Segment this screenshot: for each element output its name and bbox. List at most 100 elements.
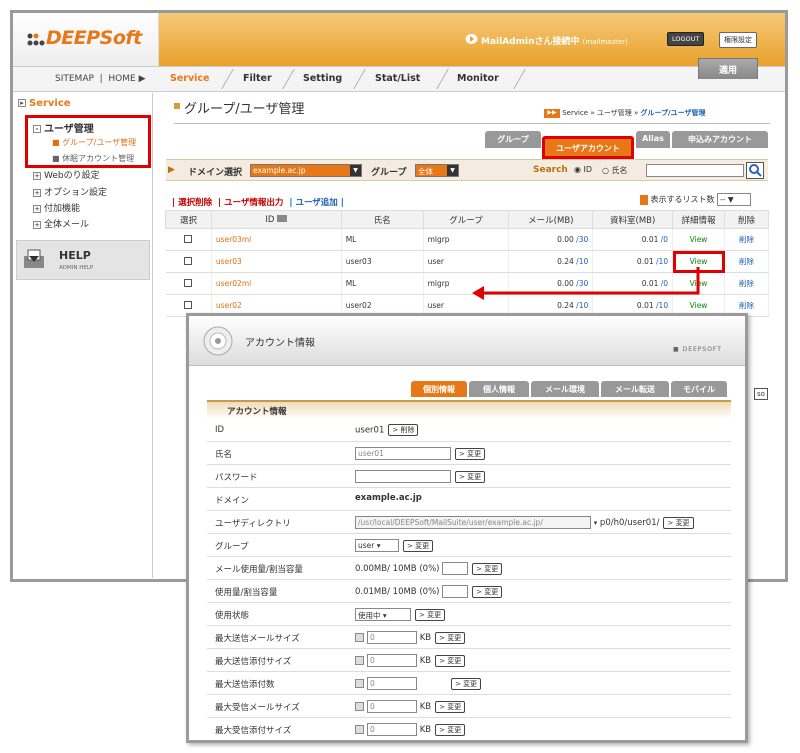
account-popup: アカウント情報 ■ DEEPSOFT 個別情報 個人情報 メール環境 メール転送… xyxy=(186,313,748,743)
apply-button[interactable]: 適用 xyxy=(698,58,758,79)
limit-checkbox[interactable] xyxy=(355,656,364,665)
help-box[interactable]: HELP ADMIN HELP xyxy=(16,240,150,280)
domain-select[interactable]: example.ac.jp ▼ xyxy=(250,164,362,177)
limit-input[interactable]: 0 xyxy=(367,700,417,713)
change-limit-button[interactable]: > 変更 xyxy=(435,631,466,644)
tab-apply-account[interactable]: 申込みアカウント xyxy=(672,131,768,148)
row-checkbox[interactable] xyxy=(184,234,193,243)
tab-monitor[interactable]: Monitor xyxy=(457,73,499,84)
change-name-button[interactable]: > 変更 xyxy=(455,447,486,460)
sidebar-item-web[interactable]: + Webのり設定 xyxy=(33,168,100,181)
breadcrumb-service[interactable]: Service xyxy=(562,109,588,117)
limit-checkbox[interactable] xyxy=(355,633,364,642)
change-mail-quota-button[interactable]: > 変更 xyxy=(472,562,503,575)
search-button[interactable] xyxy=(746,162,764,179)
logo[interactable]: DEEPSoft xyxy=(13,13,159,66)
group-select[interactable]: 全体 ▼ xyxy=(415,164,459,177)
limit-checkbox[interactable] xyxy=(355,725,364,734)
quota-input[interactable] xyxy=(442,585,469,598)
change-quota-button[interactable]: > 変更 xyxy=(472,585,503,598)
col-group[interactable]: グループ xyxy=(422,210,510,229)
col-data[interactable]: 資料室(MB) xyxy=(592,210,674,229)
name-input[interactable]: user01 xyxy=(355,447,451,460)
tab-user-account[interactable]: ユーザアカウント xyxy=(542,136,634,159)
radio-name[interactable]: ○ 氏名 xyxy=(602,165,628,176)
disc-icon xyxy=(203,326,233,356)
row-view-link[interactable]: View xyxy=(672,228,726,251)
col-name[interactable]: 氏名 xyxy=(340,210,424,229)
directory-input[interactable]: /usr/local/DEEPSoft/MailSuite/user/examp… xyxy=(355,516,591,529)
field-label: 氏名 xyxy=(215,450,233,460)
tab-filter[interactable]: Filter xyxy=(243,73,272,84)
delete-selected-link[interactable]: 選択削除 xyxy=(178,198,212,208)
field-label: 使用状態 xyxy=(215,611,250,621)
tab-service[interactable]: Service xyxy=(170,73,210,84)
sidebar-item-addon[interactable]: + 付加機能 xyxy=(33,201,80,214)
status-select[interactable]: 使用中 ▾ xyxy=(355,608,411,621)
row-id[interactable]: user02ml xyxy=(211,272,342,295)
change-limit-button[interactable]: > 変更 xyxy=(435,700,466,713)
limit-input[interactable]: 0 xyxy=(367,677,417,690)
sidebar-item-option[interactable]: + オプション設定 xyxy=(33,185,107,198)
limit-input[interactable]: 0 xyxy=(367,654,417,667)
mail-quota-input[interactable] xyxy=(442,562,469,575)
delete-id-button[interactable]: > 削除 xyxy=(388,424,419,436)
col-id[interactable]: ID xyxy=(210,210,342,229)
change-limit-button[interactable]: > 変更 xyxy=(435,654,466,667)
limit-input[interactable]: 0 xyxy=(367,723,417,736)
logout-button[interactable]: LOGOUT xyxy=(667,32,705,46)
limit-checkbox[interactable] xyxy=(355,702,364,711)
row-checkbox[interactable] xyxy=(184,278,193,287)
limit-input[interactable]: 0 xyxy=(367,631,417,644)
row-checkbox[interactable] xyxy=(184,300,193,309)
tab-personal[interactable]: 個人情報 xyxy=(469,381,529,397)
sidebar-item-broadcast[interactable]: + 全体メール xyxy=(33,217,89,230)
change-limit-button[interactable]: > 変更 xyxy=(451,677,482,690)
row-delete-link[interactable]: 削除 xyxy=(724,272,769,295)
tab-stat-list[interactable]: Stat/List xyxy=(375,73,420,84)
row-mail-used: 0.00 xyxy=(557,235,574,244)
field-label: 最大送信添付サイズ xyxy=(215,657,292,667)
field-label: ドメイン xyxy=(215,496,250,506)
sidebar-section-service[interactable]: ▸ Service xyxy=(18,98,71,109)
sitemap-link[interactable]: SITEMAP | HOME ▶ xyxy=(55,74,146,84)
permission-button[interactable]: 権限設定 xyxy=(719,32,757,48)
breadcrumb-user-mgmt[interactable]: ユーザ管理 xyxy=(597,109,632,117)
change-password-button[interactable]: > 変更 xyxy=(455,470,486,483)
tab-setting[interactable]: Setting xyxy=(303,73,342,84)
help-title: HELP xyxy=(59,249,91,262)
tab-group[interactable]: グループ xyxy=(485,131,541,148)
add-user-link[interactable]: ユーザ追加 xyxy=(295,198,337,208)
row-id[interactable]: user03 xyxy=(211,250,342,273)
row-id[interactable]: user03ml xyxy=(211,228,342,251)
row-mail-quota[interactable]: /30 xyxy=(576,235,588,244)
row-delete-link[interactable]: 削除 xyxy=(724,250,769,273)
change-limit-button[interactable]: > 変更 xyxy=(435,723,466,736)
change-directory-button[interactable]: > 変更 xyxy=(663,516,694,529)
home-link[interactable]: HOME xyxy=(108,74,135,84)
tab-individual[interactable]: 個別情報 xyxy=(411,381,467,397)
row-checkbox[interactable] xyxy=(184,256,193,265)
search-input[interactable] xyxy=(646,164,744,177)
row-data-quota[interactable]: /0 xyxy=(661,235,668,244)
callout-arrow xyxy=(472,267,700,300)
col-mail[interactable]: メール(MB) xyxy=(508,210,594,229)
overflow-button[interactable]: so xyxy=(754,388,768,400)
radio-id[interactable]: ◉ ID xyxy=(574,165,592,174)
limit-checkbox[interactable] xyxy=(355,679,364,688)
list-count-select[interactable]: -- ▼ xyxy=(717,193,752,206)
tab-forward[interactable]: メール転送 xyxy=(601,381,669,397)
mail-usage-value: 0.00MB/ 10MB (0%) xyxy=(355,564,440,574)
change-group-button[interactable]: > 変更 xyxy=(403,539,434,552)
row-delete-link[interactable]: 削除 xyxy=(724,228,769,251)
breadcrumb: ▶▶ Service » ユーザ管理 » グループ/ユーザ管理 xyxy=(544,108,705,118)
row-group: mlgrp xyxy=(423,228,510,251)
field-row: 氏名 user01 > 変更 xyxy=(207,442,731,465)
export-link[interactable]: ユーザ情報出力 xyxy=(224,198,283,208)
group-select[interactable]: user ▾ xyxy=(355,539,399,552)
password-input[interactable] xyxy=(355,470,451,483)
tab-alias[interactable]: Alias xyxy=(636,131,670,148)
tab-mail-env[interactable]: メール環境 xyxy=(531,381,599,397)
change-status-button[interactable]: > 変更 xyxy=(415,608,446,621)
tab-mobile[interactable]: モバイル xyxy=(671,381,727,397)
